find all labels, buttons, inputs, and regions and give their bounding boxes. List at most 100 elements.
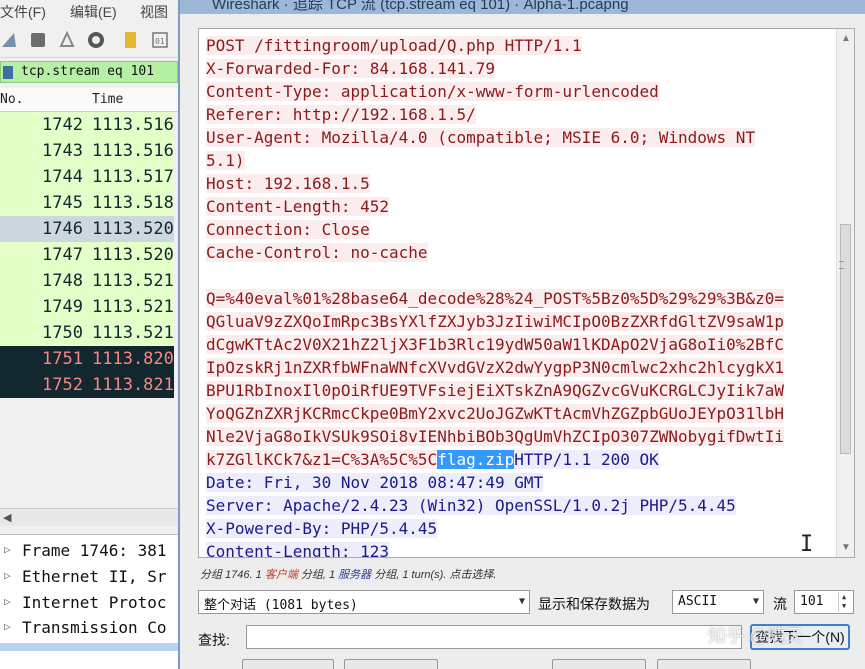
packet-row[interactable]: 1748 1113.521: [0, 268, 174, 294]
server-text: Content-Length: 123: [206, 542, 390, 557]
menu-file[interactable]: 文件(F): [0, 2, 46, 22]
spin-up-icon[interactable]: ▲: [842, 593, 846, 601]
stream-vscrollbar[interactable]: ▲ ▼: [836, 29, 854, 557]
bookmark-icon[interactable]: [3, 66, 13, 79]
client-text-fragment: k7ZGllKCk7&z1=C%3A%5C%5C: [206, 450, 438, 469]
client-text: Content-Type: application/x-www-form-url…: [206, 82, 659, 101]
column-header-no[interactable]: No.: [0, 92, 23, 107]
client-text: Nle2VjaG8oIkVSUk9SOi8vIENhbiBOb3QgUmVhZC…: [206, 427, 784, 446]
client-request-block: POST /fittingroom/upload/Q.php HTTP/1.1 X…: [206, 34, 835, 448]
status-client-label[interactable]: 客户端: [265, 569, 298, 581]
stream-line-client: Q=%40eval%01%28base64_decode%28%24_POST%…: [206, 287, 835, 310]
server-text: X-Powered-By: PHP/5.4.45: [206, 519, 438, 538]
stream-number-value: 101: [800, 594, 824, 609]
column-header-time[interactable]: Time: [92, 92, 123, 107]
print-button[interactable]: [344, 659, 438, 669]
client-text: Host: 192.168.1.5: [206, 174, 370, 193]
main-window: 文件(F) 编辑(E) 视图 01 tcp.stream eq 101 No. …: [0, 0, 178, 669]
selected-text[interactable]: flag.zip: [437, 450, 515, 469]
dialog-titlebar[interactable]: Wireshark · 追踪 TCP 流 (tcp.stream eq 101)…: [180, 0, 865, 14]
conversation-select[interactable]: 整个对话 (1081 bytes) ▼: [198, 590, 530, 614]
status-text: 分组 1746. 1: [200, 569, 265, 581]
packet-list-hscrollbar[interactable]: ◀: [0, 508, 178, 526]
conversation-select-value: 整个对话 (1081 bytes): [204, 598, 358, 613]
expand-triangle-icon[interactable]: ▷: [4, 569, 11, 582]
stream-line-client: QGluaV9zZXQoImRpc3BsYXlfZXJyb3JzIiwiMCIp…: [206, 310, 835, 333]
status-text: 分组, 1 turn(s). 点击选择.: [371, 569, 497, 581]
chevron-down-icon: ▼: [518, 596, 525, 607]
stream-controls-row: 整个对话 (1081 bytes) ▼ 显示和保存数据为 ASCII ▼ 流 1…: [198, 590, 858, 616]
client-text: YoQGZnZXRjKCRmcCkpe0BmY2xvc2UoJGZwKTtAcm…: [206, 404, 784, 423]
restart-capture-icon[interactable]: [57, 30, 77, 50]
find-input[interactable]: [246, 625, 742, 649]
stream-number-spinbox[interactable]: 101 ▲ ▼: [794, 590, 854, 614]
save-file-icon[interactable]: 01: [150, 30, 170, 50]
client-text: IpOzskRj1nZXRfbWFnaWNfcXVvdGVzX2dwYygpP3…: [206, 358, 784, 377]
svg-text:01: 01: [155, 37, 165, 46]
spin-arrows[interactable]: ▲ ▼: [838, 592, 852, 612]
client-text: Q=%40eval%01%28base64_decode%28%24_POST%…: [206, 289, 784, 308]
scroll-up-icon[interactable]: ▲: [841, 33, 851, 44]
packet-row[interactable]: 1749 1113.521: [0, 294, 174, 320]
status-server-label[interactable]: 服务器: [338, 569, 371, 581]
stream-number-label: 流: [773, 596, 787, 612]
expand-triangle-icon[interactable]: ▷: [4, 595, 11, 608]
open-file-icon[interactable]: [121, 30, 141, 50]
packet-row[interactable]: 1747 1113.520: [0, 242, 174, 268]
packet-row[interactable]: 1742 1113.516: [0, 112, 174, 138]
client-text: Connection: Close: [206, 220, 370, 239]
stream-line-server: Content-Length: 123: [206, 540, 835, 557]
display-filter-input[interactable]: tcp.stream eq 101: [21, 64, 154, 79]
stream-text[interactable]: POST /fittingroom/upload/Q.php HTTP/1.1 X…: [199, 29, 835, 557]
spin-down-icon[interactable]: ▼: [842, 602, 846, 610]
save-as-button[interactable]: [552, 659, 646, 669]
client-text: X-Forwarded-For: 84.168.141.79: [206, 59, 495, 78]
stream-content-area[interactable]: POST /fittingroom/upload/Q.php HTTP/1.1 X…: [198, 28, 855, 558]
stream-line-server: Date: Fri, 30 Nov 2018 08:47:49 GMT: [206, 471, 835, 494]
stream-line-server: X-Powered-By: PHP/5.4.45: [206, 517, 835, 540]
client-text: QGluaV9zZXQoImRpc3BsYXlfZXJyb3JzIiwiMCIp…: [206, 312, 784, 331]
packet-row[interactable]: 1743 1113.516: [0, 138, 174, 164]
server-text-fragment: HTTP/1.1 200 OK: [514, 450, 659, 469]
packet-row[interactable]: 1744 1113.517: [0, 164, 174, 190]
display-filter-bar[interactable]: tcp.stream eq 101: [0, 61, 178, 83]
stream-line-client: Content-Length: 452: [206, 195, 835, 218]
shark-fin-icon[interactable]: [0, 30, 20, 50]
stream-line-client: Content-Type: application/x-www-form-url…: [206, 80, 835, 103]
stream-line-client: dCgwKTtAc2V0X21hZ2ljX3F1b3Rlc19ydW50aW1l…: [206, 333, 835, 356]
stream-line-client: Cache-Control: no-cache: [206, 241, 835, 264]
menu-edit[interactable]: 编辑(E): [70, 2, 117, 22]
packet-row[interactable]: 1745 1113.518: [0, 190, 174, 216]
expand-triangle-icon[interactable]: ▷: [4, 543, 11, 556]
stream-line-client: Host: 192.168.1.5: [206, 172, 835, 195]
text-cursor-icon: I: [800, 532, 814, 557]
filter-out-button[interactable]: [242, 659, 334, 669]
dialog-title: Wireshark · 追踪 TCP 流 (tcp.stream eq 101)…: [212, 0, 629, 13]
stop-capture-icon[interactable]: [28, 30, 48, 50]
packet-row[interactable]: 1751 1113.820: [0, 346, 174, 372]
expand-triangle-icon[interactable]: ▷: [4, 620, 11, 633]
scrollbar-thumb[interactable]: [840, 224, 851, 454]
data-format-select[interactable]: ASCII ▼: [672, 590, 764, 614]
client-text: Referer: http://192.168.1.5/: [206, 105, 476, 124]
stream-line-client: X-Forwarded-For: 84.168.141.79: [206, 57, 835, 80]
data-format-value: ASCII: [678, 594, 718, 609]
packet-row[interactable]: 1750 1113.521: [0, 320, 174, 346]
detail-row-highlight: [0, 643, 178, 651]
back-button[interactable]: [657, 659, 751, 669]
stream-line-client: User-Agent: Mozilla/4.0 (compatible; MSI…: [206, 126, 835, 149]
scroll-down-icon[interactable]: ▼: [841, 542, 851, 553]
packet-row[interactable]: 1752 1113.821: [0, 372, 174, 398]
stream-line-client: Connection: Close: [206, 218, 835, 241]
packet-row-selected[interactable]: 1746 1113.520: [0, 216, 174, 242]
server-response-block: Date: Fri, 30 Nov 2018 08:47:49 GMT Serve…: [206, 471, 835, 557]
stream-line-client: POST /fittingroom/upload/Q.php HTTP/1.1: [206, 34, 835, 57]
packet-list: 1742 1113.516 1743 1113.516 1744 1113.517 1…: [0, 112, 178, 398]
stream-line-server: Server: Apache/2.4.23 (Win32) OpenSSL/1.…: [206, 494, 835, 517]
menubar: 文件(F) 编辑(E) 视图: [0, 0, 178, 22]
client-text: BPU1RbInoxIl0pOiRfUE9TVFsiejEiXTskZnA9QG…: [206, 381, 784, 400]
stream-line-client: Nle2VjaG8oIkVSUk9SOi8vIENhbiBOb3QgUmVhZC…: [206, 425, 835, 448]
menu-view[interactable]: 视图: [140, 2, 168, 22]
capture-options-icon[interactable]: [86, 30, 106, 50]
scroll-left-icon[interactable]: ◀: [3, 511, 11, 524]
